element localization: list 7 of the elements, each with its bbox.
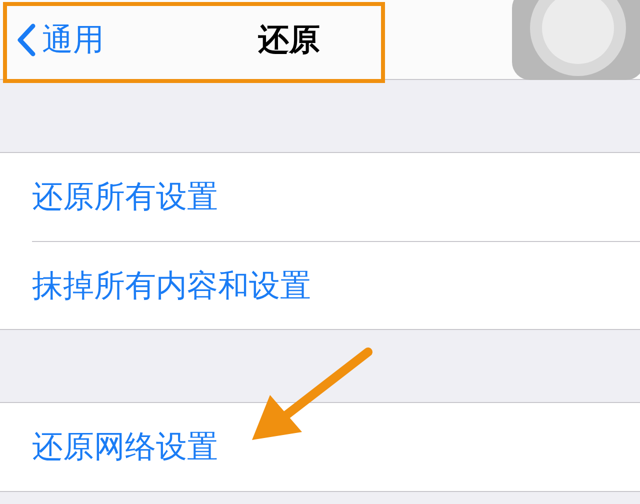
assistive-touch-button[interactable]	[512, 0, 640, 80]
settings-row[interactable]: 还原所有设置	[32, 153, 640, 241]
settings-row[interactable]: 抹掉所有内容和设置	[32, 241, 640, 329]
chevron-icon	[16, 22, 36, 56]
settings-row[interactable]: 还原网络设置	[32, 403, 640, 491]
page-title: 还原	[258, 21, 320, 60]
back-button[interactable]: 通用	[16, 18, 104, 60]
